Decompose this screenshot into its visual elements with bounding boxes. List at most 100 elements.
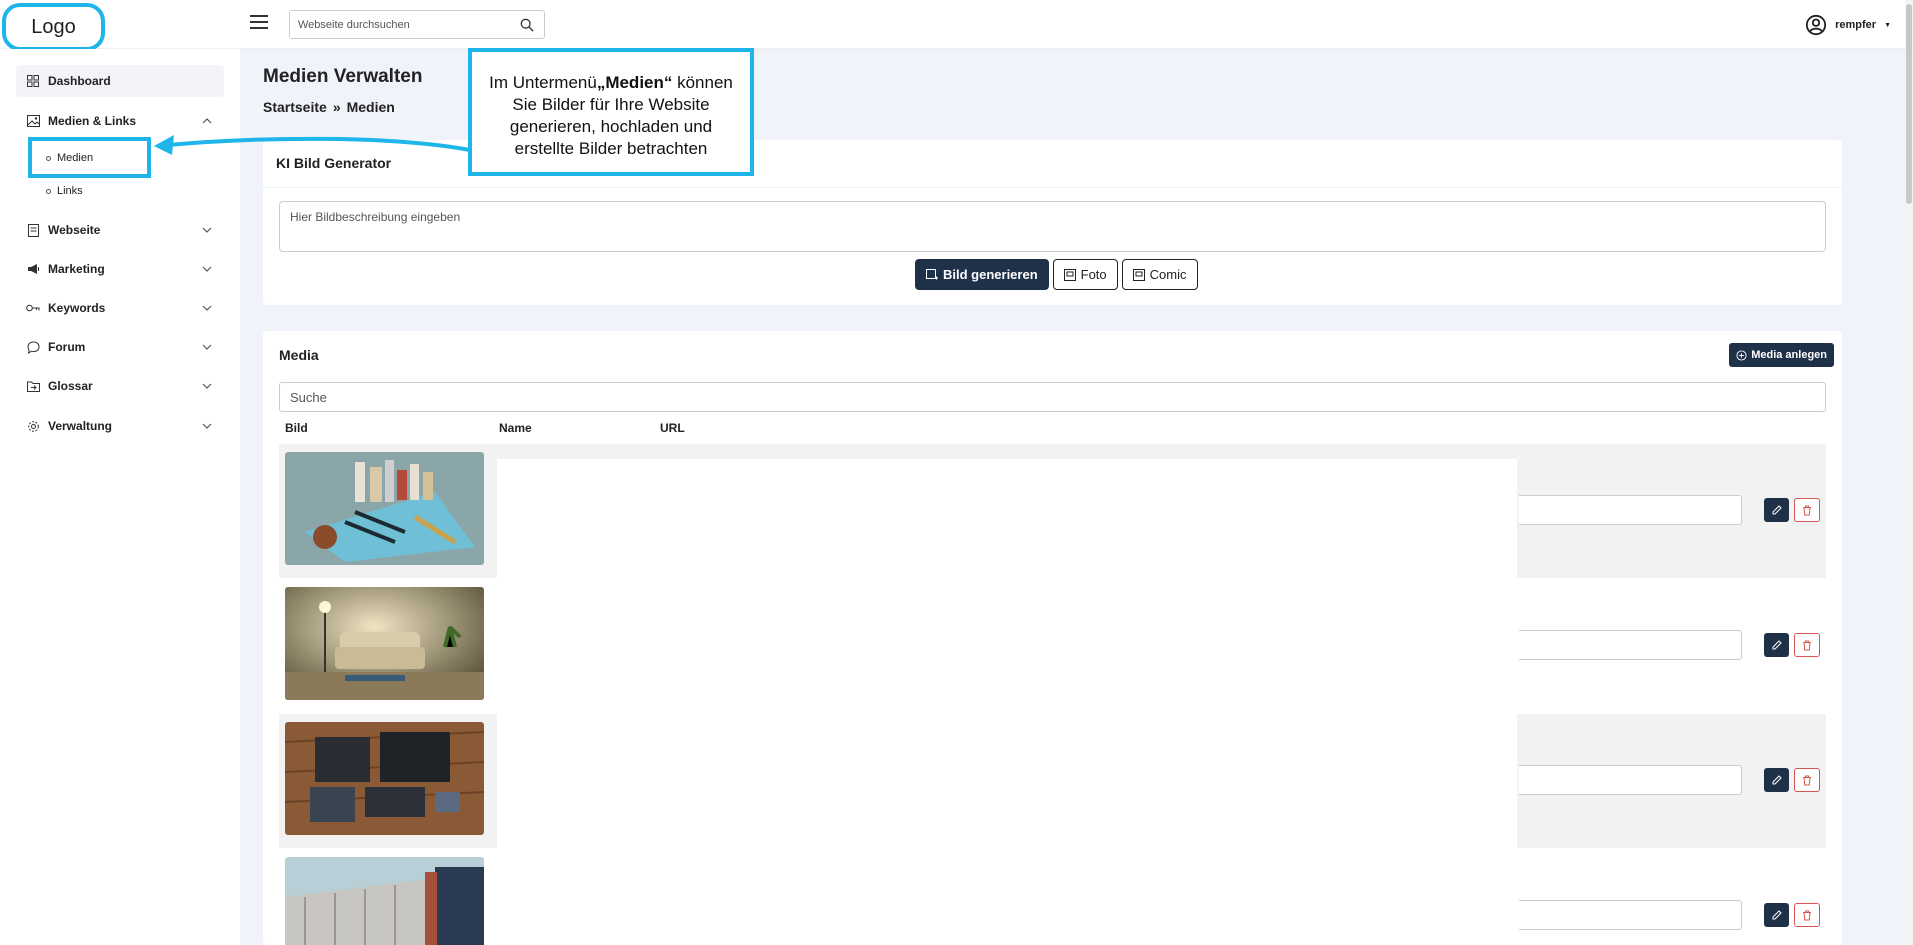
chevron-down-icon [202,383,212,389]
sidebar-item-label: Marketing [48,262,105,276]
caret-down-icon: ▼ [1884,21,1891,29]
media-thumbnail-clothes[interactable] [285,722,484,835]
edit-icon [1772,640,1782,650]
callout-line-2: Sie Bilder für Ihre Website [512,95,710,114]
scrollbar-thumb[interactable] [1906,4,1912,204]
logo[interactable]: Logo [2,3,105,51]
add-media-button[interactable]: Media anlegen [1729,343,1834,367]
breadcrumb: Startseite » Medien [263,99,395,115]
tutorial-callout: Im Untermenü„Medien“ können Sie Bilder f… [468,48,754,176]
comic-icon [1132,268,1145,281]
media-search-input[interactable] [279,382,1826,412]
url-field[interactable] [1519,765,1742,795]
logo-text: Logo [31,15,76,38]
user-menu[interactable]: rempfer ▼ [1805,14,1891,36]
sidebar-item-label: Webseite [48,223,101,237]
menu-toggle-icon[interactable] [250,15,268,31]
media-thumbnail-sofa[interactable] [285,587,484,700]
callout-arrow [154,135,471,155]
sidebar-item-dashboard[interactable]: Dashboard [16,65,224,97]
edit-icon [1772,910,1782,920]
media-thumbnail-tools[interactable] [285,452,484,565]
sidebar: Dashboard Medien & Links Medien Links We… [0,49,240,945]
url-field[interactable] [1519,495,1742,525]
edit-button[interactable] [1764,768,1789,792]
image-icon [26,114,40,128]
sidebar-subitem-links[interactable]: Links [46,185,83,197]
site-search [289,10,545,39]
trash-icon [1803,505,1811,515]
chat-icon [26,340,40,354]
sidebar-subitem-label: Links [57,185,83,197]
grid-icon [26,74,40,88]
username: rempfer [1835,19,1877,31]
generator-button-row: Bild generieren Foto Comic [915,259,1198,290]
user-circle-icon [1806,14,1827,36]
callout-line-1: Im Untermenü„Medien“ können [489,73,733,92]
url-field[interactable] [1519,630,1742,660]
image-plus-icon [926,268,938,279]
trash-icon [1803,640,1811,650]
redaction-overlay [497,459,1517,945]
top-bar: Logo rempfer ▼ [0,0,1913,51]
foto-style-label: Foto [1080,267,1107,282]
media-thumbnail-building[interactable] [285,857,484,945]
edit-icon [1772,505,1782,515]
chevron-down-icon [202,423,212,429]
callout-line-3: generieren, hochladen und [509,117,713,136]
gear-icon [26,419,40,433]
sidebar-item-label: Verwaltung [48,419,113,433]
generate-image-button[interactable]: Bild generieren [915,259,1049,290]
sidebar-item-verwaltung[interactable]: Verwaltung [16,410,224,442]
page-scrollbar[interactable] [1905,0,1913,945]
column-header-name: Name [499,421,532,435]
chevron-down-icon [202,305,212,311]
photo-icon [1063,268,1076,281]
delete-button[interactable] [1794,768,1820,792]
delete-button[interactable] [1794,633,1820,657]
plus-circle-icon [1736,349,1747,361]
add-media-label: Media anlegen [1751,349,1827,361]
chevron-down-icon [202,344,212,350]
edit-icon [1772,775,1782,785]
sidebar-item-label: Keywords [48,301,106,315]
breadcrumb-current: Medien [346,99,395,115]
sidebar-item-forum[interactable]: Forum [16,331,224,363]
trash-icon [1803,775,1811,785]
image-description-input[interactable] [279,201,1826,252]
comic-style-label: Comic [1149,267,1187,282]
megaphone-icon [26,262,40,276]
generate-image-label: Bild generieren [943,267,1038,282]
edit-button[interactable] [1764,903,1789,927]
comic-style-button[interactable]: Comic [1121,259,1198,290]
column-header-bild: Bild [285,421,308,435]
edit-button[interactable] [1764,498,1789,522]
column-header-url: URL [660,421,685,435]
foto-style-button[interactable]: Foto [1052,259,1118,290]
site-search-input[interactable] [290,11,510,38]
highlight-box-medien [28,137,151,178]
chevron-down-icon [202,227,212,233]
search-icon[interactable] [520,18,534,32]
sidebar-item-webseite[interactable]: Webseite [16,214,224,246]
sidebar-item-glossar[interactable]: Glossar [16,370,224,402]
sidebar-item-label: Forum [48,340,86,354]
delete-button[interactable] [1794,498,1820,522]
page-title: Medien Verwalten [263,66,423,87]
folder-icon [26,379,40,393]
key-icon [26,301,40,315]
sidebar-item-keywords[interactable]: Keywords [16,292,224,324]
sidebar-item-label: Medien & Links [48,114,137,128]
delete-button[interactable] [1794,903,1820,927]
sidebar-item-label: Glossar [48,379,93,393]
chevron-down-icon [202,266,212,272]
breadcrumb-home[interactable]: Startseite [263,99,327,115]
trash-icon [1803,910,1811,920]
sidebar-item-marketing[interactable]: Marketing [16,253,224,285]
edit-button[interactable] [1764,633,1789,657]
url-field[interactable] [1519,900,1742,930]
divider [263,187,1842,188]
sidebar-item-label: Dashboard [48,74,111,88]
breadcrumb-separator: » [332,99,341,115]
page-icon [26,223,40,237]
